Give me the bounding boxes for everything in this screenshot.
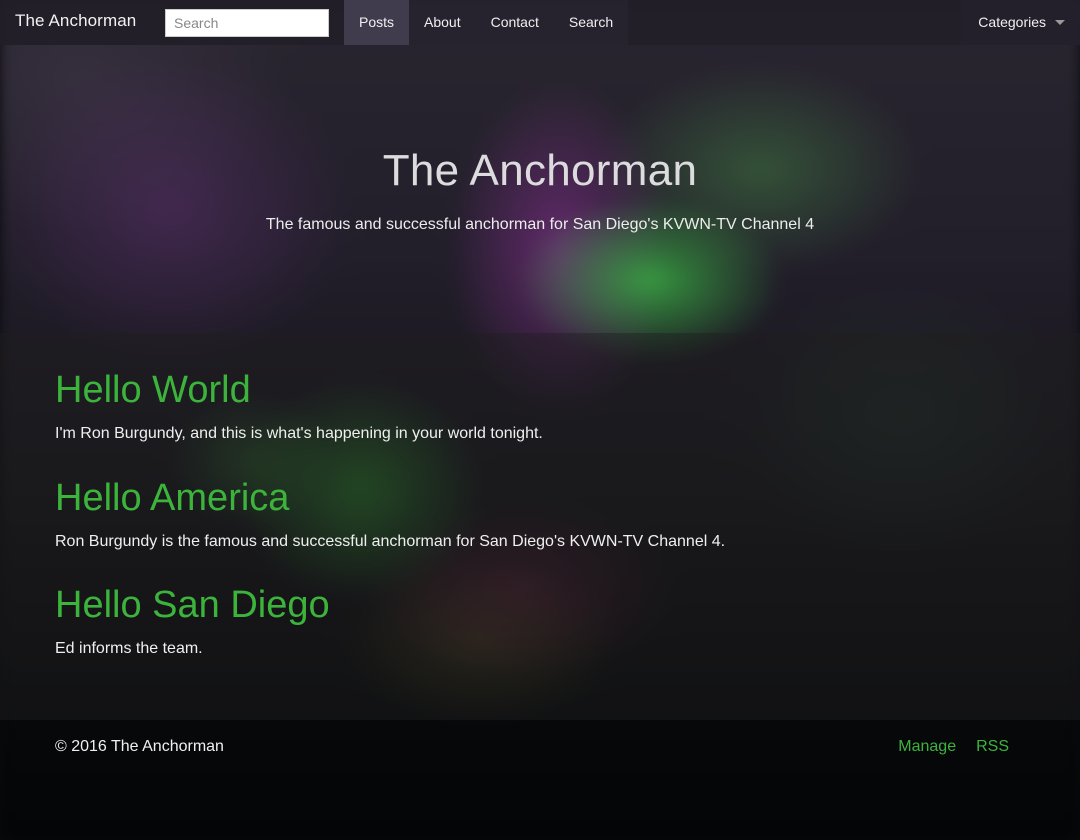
site-footer: © 2016 The Anchorman Manage RSS bbox=[0, 720, 1080, 776]
post-excerpt: Ed informs the team. bbox=[55, 640, 203, 657]
caret-down-icon bbox=[1055, 20, 1065, 25]
top-navbar: The Anchorman Posts About Contact Search… bbox=[0, 0, 1080, 45]
rss-link[interactable]: RSS bbox=[976, 738, 1009, 756]
nav-link-search[interactable]: Search bbox=[554, 0, 628, 45]
page-title: The Anchorman bbox=[382, 146, 698, 195]
post-excerpt: I'm Ron Burgundy, and this is what's hap… bbox=[55, 425, 543, 442]
nav-link-about[interactable]: About bbox=[409, 0, 476, 45]
copyright-text: © 2016 The Anchorman bbox=[55, 738, 224, 755]
post-title-link[interactable]: Hello World bbox=[55, 369, 251, 411]
categories-dropdown[interactable]: Categories bbox=[961, 0, 1080, 45]
nav-link-posts[interactable]: Posts bbox=[344, 0, 410, 45]
nav-link-contact[interactable]: Contact bbox=[476, 0, 554, 45]
search-input[interactable] bbox=[165, 9, 329, 37]
manage-link[interactable]: Manage bbox=[898, 738, 956, 756]
post-item: Hello America Ron Burgundy is the famous… bbox=[55, 477, 725, 551]
page-header: The Anchorman The famous and successful … bbox=[0, 45, 1080, 333]
page-subtitle: The famous and successful anchorman for … bbox=[265, 216, 815, 233]
footer-links: Manage RSS bbox=[898, 738, 1009, 756]
navbar-search bbox=[165, 9, 329, 37]
post-title-link[interactable]: Hello San Diego bbox=[55, 584, 330, 626]
post-title-link[interactable]: Hello America bbox=[55, 477, 289, 519]
categories-label: Categories bbox=[978, 14, 1046, 30]
post-item: Hello San Diego Ed informs the team. bbox=[55, 584, 330, 658]
post-list: Hello World I'm Ron Burgundy, and this i… bbox=[0, 333, 1080, 720]
post-excerpt: Ron Burgundy is the famous and successfu… bbox=[55, 533, 726, 550]
nav-links: Posts About Contact Search bbox=[344, 0, 629, 45]
post-item: Hello World I'm Ron Burgundy, and this i… bbox=[55, 369, 543, 443]
site-brand-link[interactable]: The Anchorman bbox=[15, 11, 136, 31]
